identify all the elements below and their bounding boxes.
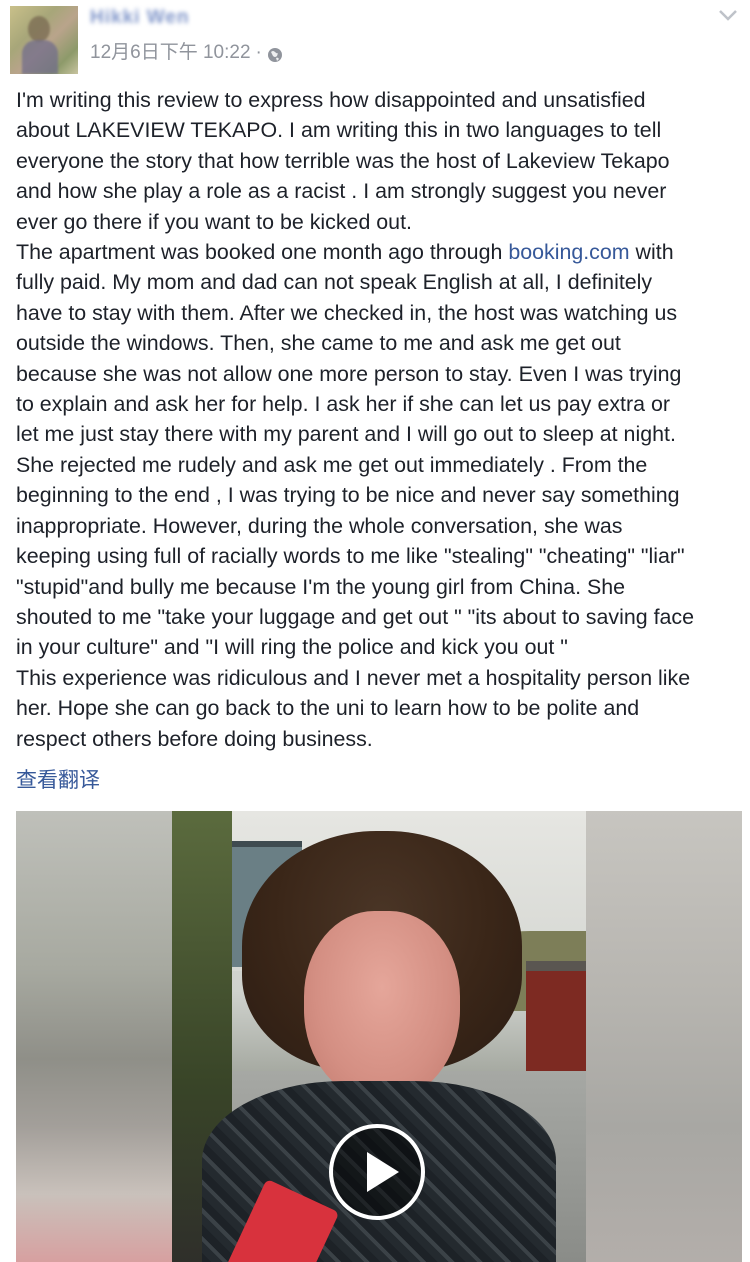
post-line: "stupid"and bully me because I'm the you… xyxy=(16,574,626,599)
post-line: have to stay with them. After we checked… xyxy=(16,300,678,325)
post-line: inappropriate. However, during the whole… xyxy=(16,513,623,538)
post-line: her. Hope she can go back to the uni to … xyxy=(16,696,640,721)
post-line: keeping using full of racially words to … xyxy=(16,544,685,569)
post-header: Hikki Wen 12月6日下午 10:22 · xyxy=(0,0,750,80)
post-line: let me just stay there with my parent an… xyxy=(16,422,676,447)
video-person-face xyxy=(304,911,460,1101)
play-icon[interactable] xyxy=(367,1152,399,1192)
post-line: because she was not allow one more perso… xyxy=(16,361,682,386)
avatar-head-shape xyxy=(28,16,50,42)
booking-text-before: The apartment was booked one month ago t… xyxy=(16,240,509,265)
meta-separator: · xyxy=(255,42,262,63)
post-line: respect others before doing business. xyxy=(16,726,373,751)
avatar-body-shape xyxy=(22,40,58,74)
post-line: about LAKEVIEW TEKAPO. I am writing this… xyxy=(16,118,662,143)
see-translation-link[interactable]: 查看翻译 xyxy=(16,766,100,796)
video-blur-right xyxy=(586,811,742,1262)
post-line: beginning to the end , I was trying to b… xyxy=(16,483,680,508)
post-line: fully paid. My mom and dad can not speak… xyxy=(16,270,653,295)
booking-text-after: with xyxy=(629,240,674,265)
post-line: shouted to me "take your luggage and get… xyxy=(16,604,695,629)
post-meta: 12月6日下午 10:22 · xyxy=(90,40,283,66)
post-line: ever go there if you want to be kicked o… xyxy=(16,209,412,234)
author-name[interactable]: Hikki Wen xyxy=(90,6,189,30)
video-garage xyxy=(526,961,586,1081)
post-text: I'm writing this review to express how d… xyxy=(16,85,744,754)
post-line: and how she play a role as a racist . I … xyxy=(16,179,667,204)
booking-link[interactable]: booking.com xyxy=(508,240,629,264)
play-button[interactable] xyxy=(329,1124,425,1220)
video-blur-left xyxy=(16,811,172,1262)
post-line: outside the windows. Then, she came to m… xyxy=(16,331,621,356)
post-line-booking: The apartment was booked one month ago t… xyxy=(16,237,744,267)
post-line: to explain and ask her for help. I ask h… xyxy=(16,392,670,417)
video-player[interactable] xyxy=(16,811,742,1262)
post-line: I'm writing this review to express how d… xyxy=(16,88,646,112)
chevron-down-icon[interactable] xyxy=(718,8,738,22)
post-line: in your culture" and "I will ring the po… xyxy=(16,635,568,660)
avatar[interactable] xyxy=(10,6,78,74)
post-line: This experience was ridiculous and I nev… xyxy=(16,665,691,690)
post-line: She rejected me rudely and ask me get ou… xyxy=(16,452,648,477)
post-timestamp[interactable]: 12月6日下午 10:22 xyxy=(90,40,251,66)
post-line: everyone the story that how terrible was… xyxy=(16,148,670,173)
globe-icon[interactable] xyxy=(267,45,283,62)
